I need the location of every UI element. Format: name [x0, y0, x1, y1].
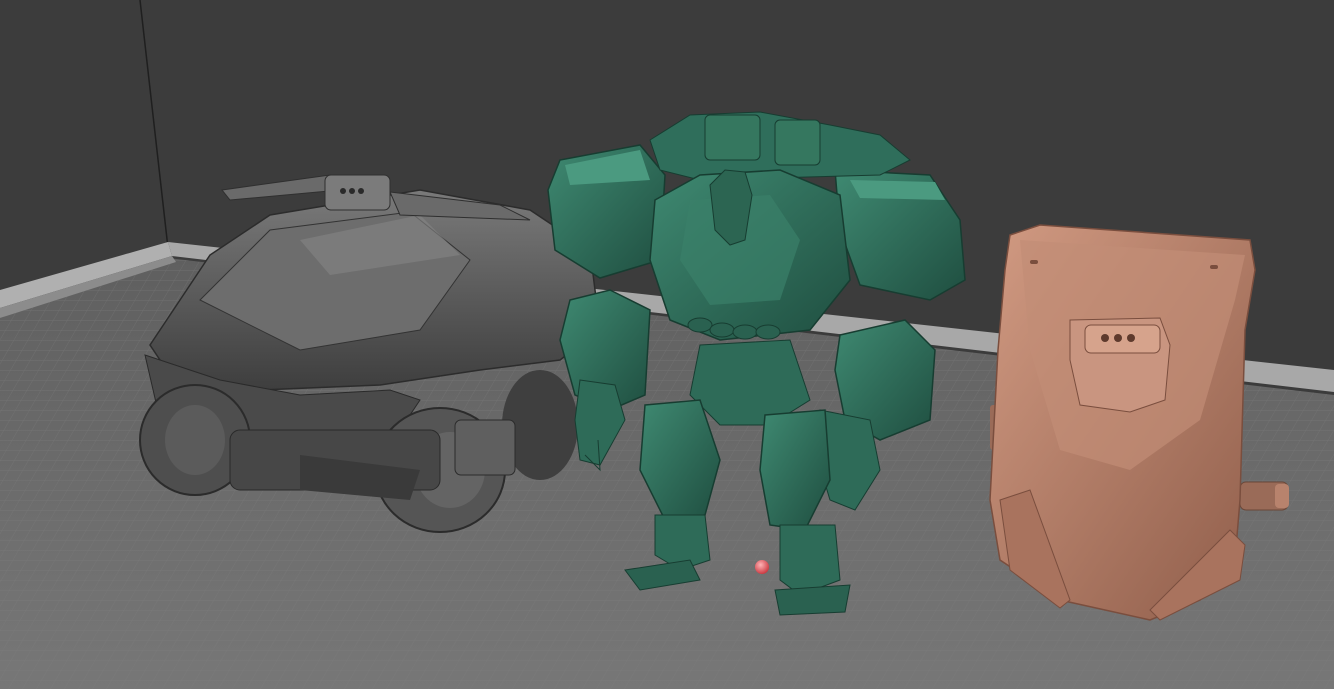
viewport-scene[interactable] — [0, 0, 1334, 689]
pivot-marker[interactable] — [755, 560, 769, 574]
3d-viewport[interactable] — [0, 0, 1334, 689]
